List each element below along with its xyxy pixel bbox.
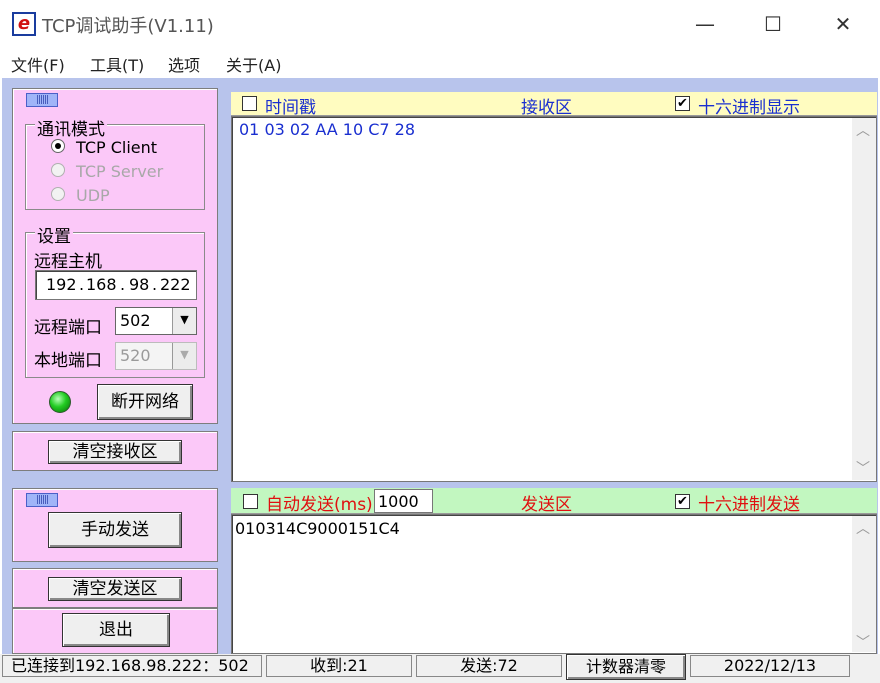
remote-port-select[interactable]: 502 ▼: [115, 307, 197, 335]
status-connection: 已连接到192.168.98.222：502: [2, 655, 262, 677]
menu-options[interactable]: 选项: [168, 52, 200, 76]
menu-tools[interactable]: 工具(T): [90, 52, 144, 76]
window-title: TCP调试助手(V1.11): [42, 16, 214, 37]
menu-about[interactable]: 关于(A): [226, 52, 281, 76]
ip-octet-3: 98: [129, 275, 150, 294]
timestamp-checkbox[interactable]: [242, 96, 257, 111]
scroll-down-icon[interactable]: ﹀: [856, 632, 870, 652]
app-icon: e: [12, 12, 36, 36]
clear-receive-button[interactable]: 清空接收区: [48, 440, 182, 464]
exit-button[interactable]: 退出: [62, 613, 170, 647]
receive-area-label: 接收区: [521, 98, 572, 118]
reset-counter-button[interactable]: 计数器清零: [566, 654, 686, 680]
hex-send-label: 十六进制发送: [698, 495, 800, 515]
scroll-down-icon[interactable]: ﹀: [856, 458, 870, 478]
radio-tcp-client-label: TCP Client: [76, 138, 158, 157]
panel-tab-icon: ||||||: [26, 493, 58, 507]
ip-octet-2: 168: [86, 275, 117, 294]
remote-port-label: 远程端口: [34, 318, 102, 338]
hex-send-checkbox[interactable]: ✔: [675, 494, 690, 509]
timestamp-label: 时间戳: [265, 98, 316, 118]
auto-send-label: 自动发送(ms): [266, 495, 373, 515]
receive-scrollbar[interactable]: [852, 118, 876, 480]
maximize-icon[interactable]: ☐: [750, 8, 796, 40]
hex-display-label: 十六进制显示: [698, 98, 800, 118]
mode-group-title: 通讯模式: [35, 115, 107, 140]
radio-udp-label: UDP: [76, 186, 110, 205]
auto-send-interval-input[interactable]: 1000: [374, 489, 433, 513]
interval-value: 1000: [378, 492, 419, 511]
receive-textarea[interactable]: [231, 116, 877, 482]
manual-send-button[interactable]: 手动发送: [48, 512, 182, 548]
radio-tcp-client[interactable]: [51, 139, 65, 153]
ip-octet-1: 192: [46, 275, 77, 294]
radio-tcp-server[interactable]: [51, 163, 65, 177]
send-area-label: 发送区: [521, 495, 572, 515]
local-port-label: 本地端口: [34, 351, 102, 371]
receive-content: 01 03 02 AA 10 C7 28: [239, 120, 415, 139]
status-date: 2022/12/13: [690, 655, 850, 677]
local-port-select[interactable]: 520 ▼: [115, 342, 197, 370]
menu-file[interactable]: 文件(F): [11, 52, 65, 76]
remote-port-value: 502: [120, 311, 151, 330]
settings-group-title: 设置: [35, 222, 73, 247]
ip-octet-4: 222: [160, 275, 191, 294]
auto-send-checkbox[interactable]: [243, 494, 258, 509]
local-port-value: 520: [120, 346, 151, 365]
close-icon[interactable]: ✕: [820, 8, 866, 40]
scroll-up-icon[interactable]: ︿: [856, 120, 870, 140]
chevron-down-icon[interactable]: ▼: [172, 343, 196, 369]
scroll-up-icon[interactable]: ︿: [856, 518, 870, 538]
clear-send-button[interactable]: 清空发送区: [48, 577, 182, 601]
minimize-icon[interactable]: —: [682, 8, 728, 40]
disconnect-button[interactable]: 断开网络: [97, 384, 193, 420]
status-received: 收到:21: [266, 655, 412, 677]
radio-tcp-server-label: TCP Server: [76, 162, 164, 181]
radio-udp[interactable]: [51, 187, 65, 201]
panel-tab-icon: ||||||: [26, 93, 58, 107]
remote-host-label: 远程主机: [34, 252, 102, 272]
hex-display-checkbox[interactable]: ✔: [675, 96, 690, 111]
status-sent: 发送:72: [416, 655, 562, 677]
connection-status-led: [49, 391, 71, 413]
send-content: 010314C9000151C4: [235, 519, 400, 538]
chevron-down-icon[interactable]: ▼: [172, 308, 196, 334]
